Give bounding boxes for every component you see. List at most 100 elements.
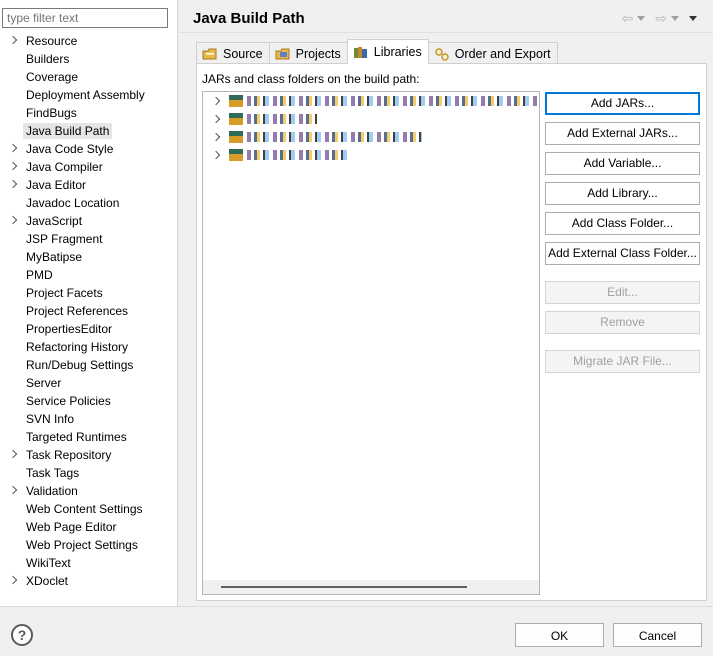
tree-row[interactable] [203,146,539,164]
sidebar-item[interactable]: PropertiesEditor [0,320,178,338]
sidebar-item-label: Resource [26,34,78,48]
sidebar-item[interactable]: Deployment Assembly [0,86,178,104]
sidebar-item[interactable]: Project References [0,302,178,320]
add-jars-button[interactable]: Add JARs... [545,92,700,115]
sidebar-item-label: Java Code Style [26,142,114,156]
redacted-library-name [247,114,317,124]
edit-button[interactable]: Edit... [545,281,700,304]
page-title: Java Build Path [193,10,305,27]
sidebar-item-label: Validation [26,484,78,498]
sidebar-item[interactable]: MyBatipse [0,248,178,266]
sidebar-item[interactable]: Web Content Settings [0,500,178,518]
chevron-right-icon[interactable] [211,96,221,106]
tab-projects[interactable]: Projects [268,42,348,64]
remove-button[interactable]: Remove [545,311,700,334]
tree-row[interactable] [203,110,539,128]
migrate-jar-button[interactable]: Migrate JAR File... [545,350,700,373]
tab-order-export[interactable]: Order and Export [427,42,558,64]
add-library-button[interactable]: Add Library... [545,182,700,205]
forward-arrow-icon[interactable]: ⇨ [655,11,667,25]
tab-libraries[interactable]: Libraries [346,39,429,64]
sidebar-item-label: XDoclet [26,574,69,588]
sidebar-item[interactable]: FindBugs [0,104,178,122]
view-menu-icon[interactable] [689,15,697,21]
chevron-right-icon[interactable] [8,485,18,495]
sidebar-item-label: Java Compiler [26,160,103,174]
sidebar-item[interactable]: Java Editor [0,176,178,194]
ok-button[interactable]: OK [515,623,604,647]
sidebar-item[interactable]: Server [0,374,178,392]
jar-icon [229,131,243,143]
tree-row[interactable] [203,92,539,110]
sidebar-item[interactable]: Task Repository [0,446,178,464]
scrollbar-thumb[interactable] [221,586,467,588]
cancel-button[interactable]: Cancel [613,623,702,647]
sidebar-item-label: Project Facets [26,286,103,300]
filter-input[interactable] [2,8,168,28]
help-icon[interactable]: ? [11,624,33,646]
add-variable-button[interactable]: Add Variable... [545,152,700,175]
sidebar-item[interactable]: Java Code Style [0,140,178,158]
tree-row[interactable] [203,128,539,146]
sidebar-item[interactable]: Validation [0,482,178,500]
sidebar-item[interactable]: Targeted Runtimes [0,428,178,446]
sidebar-item[interactable]: Coverage [0,68,178,86]
tab-source[interactable]: Source [196,42,270,64]
tab-libraries-label: Libraries [373,45,422,59]
chevron-right-icon[interactable] [8,449,18,459]
sidebar-item[interactable]: Javadoc Location [0,194,178,212]
sidebar-item-label: Java Editor [26,178,87,192]
sidebar-item[interactable]: Resource [0,32,178,50]
chevron-right-icon[interactable] [8,143,18,153]
sidebar-item[interactable]: XDoclet [0,572,178,590]
sidebar-item[interactable]: Java Compiler [0,158,178,176]
add-external-jars-button[interactable]: Add External JARs... [545,122,700,145]
sidebar-item[interactable]: WikiText [0,554,178,572]
chevron-right-icon[interactable] [8,215,18,225]
sidebar-item[interactable]: Task Tags [0,464,178,482]
chevron-right-icon[interactable] [8,161,18,171]
chevron-right-icon[interactable] [211,150,221,160]
tab-projects-label: Projects [295,46,341,61]
sidebar-item[interactable]: Refactoring History [0,338,178,356]
sidebar-item[interactable]: SVN Info [0,410,178,428]
sidebar-item-label: Task Repository [26,448,112,462]
chevron-right-icon[interactable] [8,575,18,585]
back-arrow-icon[interactable]: ⇦ [622,11,634,25]
sidebar-item[interactable]: Builders [0,50,178,68]
projects-icon [275,47,291,61]
back-history-dropdown-icon[interactable] [637,15,646,21]
sidebar-item[interactable]: Project Facets [0,284,178,302]
add-class-folder-button[interactable]: Add Class Folder... [545,212,700,235]
sidebar-item[interactable]: JSP Fragment [0,230,178,248]
chevron-right-icon[interactable] [211,114,221,124]
sidebar-item-label: Deployment Assembly [26,88,145,102]
sidebar-item[interactable]: JavaScript [0,212,178,230]
jar-icon [229,149,243,161]
redacted-library-name [247,132,422,142]
horizontal-scrollbar[interactable] [203,580,539,594]
sidebar-item[interactable]: PMD [0,266,178,284]
sidebar-item[interactable]: Service Policies [0,392,178,410]
sidebar-item-label: WikiText [26,556,71,570]
sidebar-item-label: JSP Fragment [26,232,103,246]
forward-history-dropdown-icon[interactable] [671,15,679,21]
sidebar-item[interactable]: Run/Debug Settings [0,356,178,374]
preference-list: Resource Builders Coverage Deployment Assem… [0,32,178,590]
chevron-right-icon[interactable] [8,35,18,45]
sidebar-item-label: Targeted Runtimes [26,430,127,444]
build-path-tree[interactable] [202,91,540,595]
sidebar-item[interactable]: Web Page Editor [0,518,178,536]
sidebar-item-label: Java Build Path [23,123,113,139]
source-folder-icon [202,47,218,61]
sidebar-item-label: JavaScript [26,214,83,228]
add-external-class-folder-button[interactable]: Add External Class Folder... [545,242,700,265]
chevron-right-icon[interactable] [8,179,18,189]
chevron-right-icon[interactable] [211,132,221,142]
redacted-library-name [247,96,537,106]
sidebar-item[interactable]: Java Build Path [0,122,178,140]
sidebar-item-label: Project References [26,304,129,318]
sidebar-item-label: Service Policies [26,394,111,408]
sidebar-item-label: SVN Info [26,412,75,426]
sidebar-item[interactable]: Web Project Settings [0,536,178,554]
